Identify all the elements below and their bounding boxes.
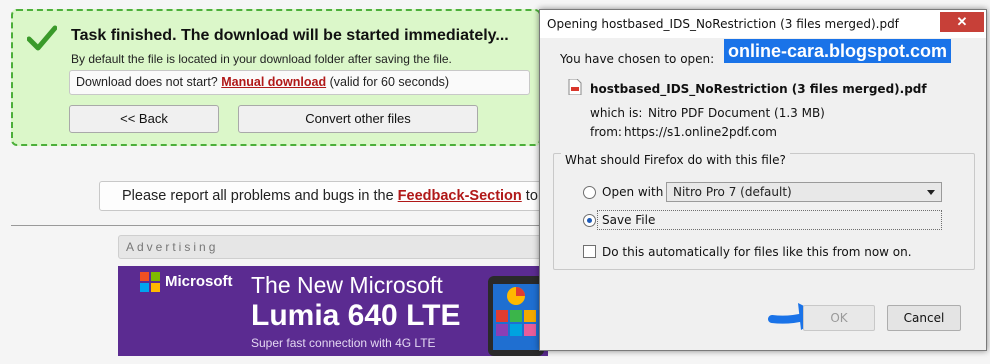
watermark-label: online-cara.blogspot.com (724, 39, 952, 63)
task-finished-title: Task finished. The download will be star… (71, 27, 509, 44)
chevron-down-icon (927, 190, 935, 195)
feedback-notice: Please report all problems and bugs in t… (99, 181, 549, 211)
open-with-radio[interactable] (583, 186, 596, 199)
ad-model: Lumia 640 LTE (251, 299, 461, 332)
ad-headline: The New Microsoft (251, 272, 443, 298)
source-url-value: https://s1.online2pdf.com (624, 125, 777, 139)
manual-download-link[interactable]: Manual download (221, 75, 326, 89)
checkmark-icon (27, 25, 57, 51)
manual-download-row: Download does not start? Manual download… (69, 70, 530, 95)
feedback-section-link[interactable]: Feedback-Section (398, 188, 522, 204)
cancel-button[interactable]: Cancel (887, 305, 961, 331)
ad-brand: Microsoft (165, 273, 233, 290)
manual-download-suffix: (valid for 60 seconds) (329, 75, 450, 89)
which-is-label: which is: (590, 106, 643, 120)
feedback-suffix: to (525, 188, 538, 204)
auto-action-label[interactable]: Do this automatically for files like thi… (602, 245, 912, 259)
feedback-prefix: Please report all problems and bugs in t… (122, 188, 394, 204)
divider (11, 225, 551, 226)
save-file-radio[interactable] (583, 214, 596, 227)
open-with-app-value: Nitro Pro 7 (default) (673, 185, 792, 199)
ok-button[interactable]: OK (803, 305, 875, 331)
open-with-label[interactable]: Open with (602, 185, 663, 199)
file-name: hostbased_IDS_NoRestriction (3 files mer… (590, 82, 927, 96)
phone-image (488, 276, 544, 356)
open-with-select[interactable]: Nitro Pro 7 (default) (666, 182, 942, 202)
task-finished-panel: Task finished. The download will be star… (11, 9, 541, 146)
convert-other-files-button[interactable]: Convert other files (238, 105, 478, 133)
pdf-file-icon (568, 79, 582, 95)
task-finished-subtitle: By default the file is located in your d… (71, 52, 452, 66)
file-type-value: Nitro PDF Document (1.3 MB) (648, 106, 825, 120)
microsoft-logo (140, 272, 160, 292)
open-intro-text: You have chosen to open: (560, 52, 715, 66)
save-file-label[interactable]: Save File (602, 213, 655, 227)
ad-tagline: Super fast connection with 4G LTE (251, 336, 436, 350)
dialog-title: Opening hostbased_IDS_NoRestriction (3 f… (547, 17, 899, 31)
ad-banner[interactable]: Microsoft The New Microsoft Lumia 640 LT… (118, 266, 548, 356)
close-button[interactable]: ✕ (940, 12, 984, 32)
dialog-titlebar[interactable]: Opening hostbased_IDS_NoRestriction (3 f… (540, 10, 986, 38)
advertising-label: Advertising (118, 235, 548, 259)
download-dialog: Opening hostbased_IDS_NoRestriction (3 f… (539, 9, 987, 351)
from-label: from: (590, 125, 622, 139)
auto-action-checkbox[interactable] (583, 245, 596, 258)
manual-download-prefix: Download does not start? (76, 75, 218, 89)
action-question: What should Firefox do with this file? (561, 153, 790, 167)
back-button[interactable]: << Back (69, 105, 219, 133)
